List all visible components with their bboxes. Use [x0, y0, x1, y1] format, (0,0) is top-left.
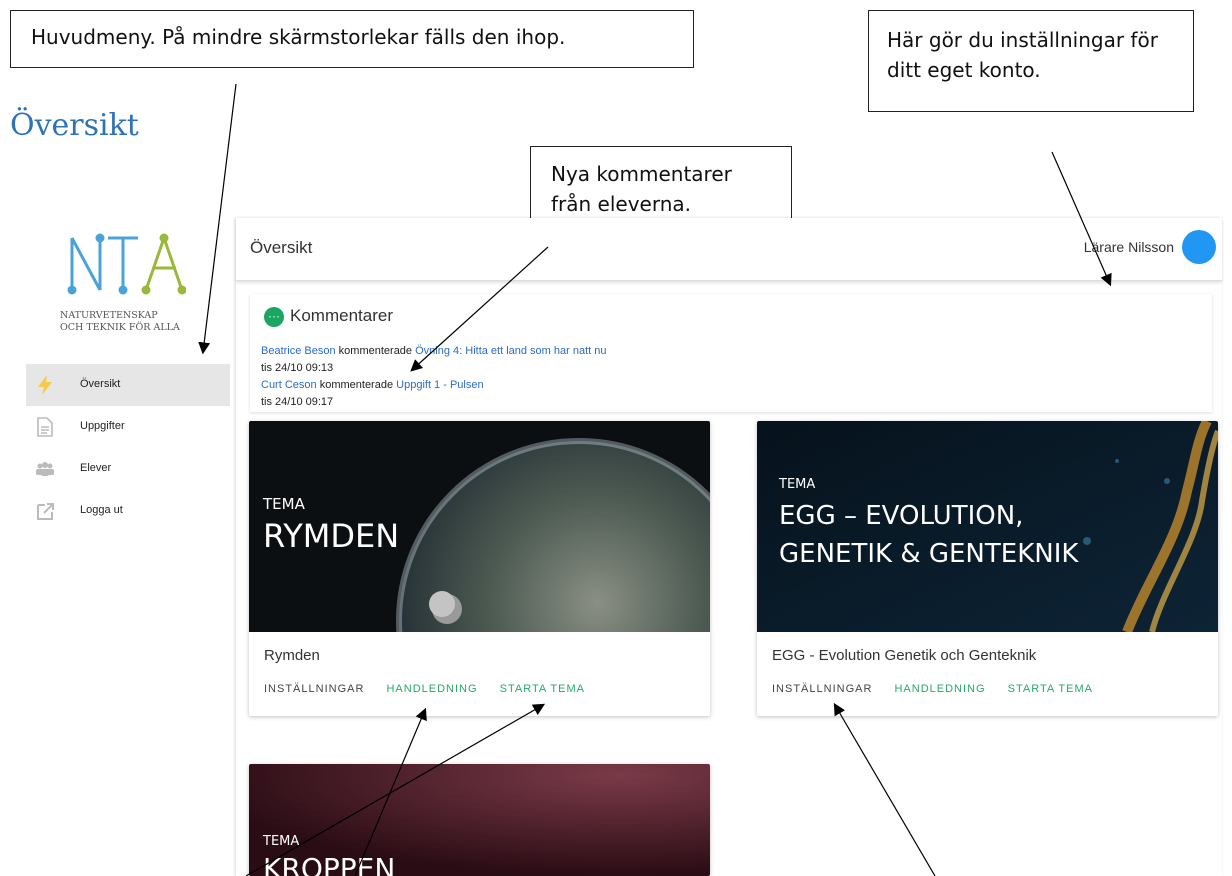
sidebar-item-logga-ut[interactable]: Logga ut — [26, 490, 230, 532]
banner-title: KROPPEN — [263, 852, 396, 876]
comments-heading-text: Kommentarer — [290, 306, 393, 325]
callout-account-text: Här gör du inställningar för ditt eget k… — [887, 28, 1158, 82]
student-link[interactable]: Beatrice Beson — [261, 345, 336, 357]
document-heading: Översikt — [10, 108, 139, 143]
document-icon — [37, 417, 53, 437]
comment-verb: kommenterade — [319, 379, 394, 391]
logo-line-2: OCH TEKNIK FÖR ALLA — [60, 322, 180, 333]
sidebar-item-elever[interactable]: Elever — [26, 448, 230, 490]
sidebar-item-oversikt[interactable]: Översikt — [26, 364, 230, 406]
comment-time: tis 24/10 09:13 — [261, 362, 334, 374]
callout-comments-text: Nya kommentarer från eleverna. — [551, 162, 732, 216]
sidebar-item-label: Elever — [80, 462, 112, 474]
sidebar-item-label: Uppgifter — [80, 420, 125, 432]
start-theme-button[interactable]: STARTA TEMA — [500, 683, 585, 695]
banner-title: RYMDEN — [263, 517, 400, 555]
theme-card-egg: TEMA EGG – EVOLUTION, GENETIK & GENTEKNI… — [757, 421, 1218, 716]
banner-tema-label: TEMA — [263, 834, 300, 849]
user-name[interactable]: Lärare Nilsson — [1084, 239, 1174, 255]
guide-button[interactable]: HANDLEDNING — [386, 683, 477, 695]
theme-card-kroppen: TEMA KROPPEN — [249, 764, 710, 876]
settings-button[interactable]: INSTÄLLNINGAR — [264, 683, 364, 695]
avatar[interactable] — [1182, 230, 1216, 264]
page-title: Översikt — [250, 238, 313, 257]
settings-button[interactable]: INSTÄLLNINGAR — [772, 683, 872, 695]
sidebar-item-uppgifter[interactable]: Uppgifter — [26, 406, 230, 448]
comment-entry: Beatrice Beson kommenterade Övning 4: Hi… — [261, 345, 607, 357]
callout-account: Här gör du inställningar för ditt eget k… — [868, 10, 1194, 112]
student-link[interactable]: Curt Ceson — [261, 379, 317, 391]
card-title: Rymden — [264, 647, 320, 664]
banner-tema-label: TEMA — [779, 477, 816, 492]
guide-button[interactable]: HANDLEDNING — [894, 683, 985, 695]
callout-main-menu: Huvudmeny. På mindre skärmstorlekar fäll… — [10, 10, 694, 68]
nta-logo: NATURVETENSKAP OCH TEKNIK FÖR ALLA — [56, 232, 187, 333]
comments-panel: ··· Kommentarer Beatrice Beson kommentera… — [250, 294, 1212, 412]
chat-bubble-icon: ··· — [264, 306, 284, 327]
external-link-icon — [37, 503, 54, 520]
top-bar: Översikt Lärare Nilsson — [236, 218, 1222, 281]
task-link[interactable]: Uppgift 1 - Pulsen — [396, 379, 483, 391]
nta-logo-mark — [67, 233, 187, 295]
card-title: EGG - Evolution Genetik och Genteknik — [772, 647, 1037, 664]
comments-heading: ··· Kommentarer — [264, 306, 393, 327]
comment-entry: Curt Ceson kommenterade Uppgift 1 - Puls… — [261, 379, 484, 391]
comment-verb: kommenterade — [338, 345, 413, 357]
logo-line-1: NATURVETENSKAP — [60, 310, 158, 321]
comment-time: tis 24/10 09:17 — [261, 396, 334, 408]
callout-main-menu-text: Huvudmeny. På mindre skärmstorlekar fäll… — [31, 25, 566, 49]
task-link[interactable]: Övning 4: Hitta ett land som har natt nu — [415, 345, 606, 357]
sidebar-item-label: Logga ut — [80, 504, 123, 516]
theme-card-rymden: TEMA RYMDEN Rymden INSTÄLLNINGAR HANDLED… — [249, 421, 710, 716]
banner-title-line-1: EGG – EVOLUTION, — [779, 501, 1024, 531]
sidebar-item-label: Översikt — [80, 378, 121, 390]
lightning-icon — [38, 375, 52, 395]
banner-title-line-2: GENETIK & GENTEKNIK — [779, 539, 1079, 569]
start-theme-button[interactable]: STARTA TEMA — [1008, 683, 1093, 695]
card-actions: INSTÄLLNINGAR HANDLEDNING STARTA TEMA — [264, 683, 603, 695]
users-icon — [36, 462, 54, 476]
banner-tema-label: TEMA — [263, 495, 305, 513]
card-actions: INSTÄLLNINGAR HANDLEDNING STARTA TEMA — [772, 683, 1111, 695]
